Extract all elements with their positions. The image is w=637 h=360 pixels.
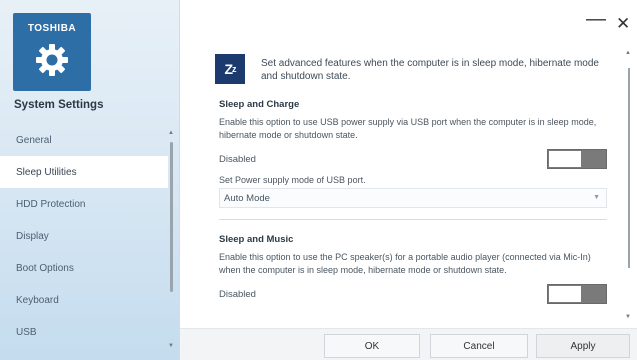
sidebar-item-label: Boot Options	[16, 262, 74, 274]
ok-button[interactable]: OK	[324, 334, 420, 358]
scroll-down-arrow-icon[interactable]: ▼	[168, 343, 174, 349]
sidebar-item-general[interactable]: General	[0, 124, 168, 156]
sleep-and-charge-status: Disabled	[219, 154, 256, 165]
chevron-down-icon: ▼	[593, 194, 600, 201]
app-logo: TOSHIBA	[13, 13, 91, 91]
sidebar-item-display[interactable]: Display	[0, 220, 168, 252]
sidebar-item-sleep-utilities[interactable]: Sleep Utilities	[0, 156, 168, 188]
sidebar-item-boot-options[interactable]: Boot Options	[0, 252, 168, 284]
scroll-down-arrow-icon[interactable]: ▼	[625, 314, 631, 320]
sidebar-item-label: Sleep Utilities	[16, 166, 77, 178]
scrollbar-thumb[interactable]	[628, 68, 630, 268]
sleep-and-music-status: Disabled	[219, 289, 256, 300]
sidebar-item-label: HDD Protection	[16, 198, 86, 210]
sidebar-scrollbar[interactable]: ▲ ▼	[168, 130, 175, 349]
sidebar-item-label: General	[16, 134, 52, 146]
sleep-icon: Zz	[215, 54, 245, 84]
panel-header: Zz Set advanced features when the comput…	[215, 54, 610, 94]
content-scrollbar[interactable]: ▲ ▼	[625, 50, 633, 320]
sidebar-title: System Settings	[14, 99, 104, 111]
sleep-and-charge-title: Sleep and Charge	[219, 99, 300, 110]
sleep-and-music-toggle[interactable]	[547, 284, 607, 304]
sidebar-nav: General Sleep Utilities HDD Protection D…	[0, 124, 168, 348]
sleep-and-music-title: Sleep and Music	[219, 234, 294, 245]
panel-description: Set advanced features when the computer …	[261, 58, 599, 82]
section-divider	[219, 219, 607, 220]
apply-button[interactable]: Apply	[536, 334, 630, 358]
scroll-up-arrow-icon[interactable]: ▲	[168, 130, 174, 136]
sidebar-item-label: USB	[16, 326, 37, 338]
sleep-and-music-description: Enable this option to use the PC speaker…	[219, 252, 591, 275]
sidebar-item-usb[interactable]: USB	[0, 316, 168, 348]
power-mode-value: Auto Mode	[224, 192, 270, 204]
sidebar-item-label: Display	[16, 230, 49, 242]
sidebar: TOSHIBA System Settings General Sleep Ut…	[0, 0, 180, 360]
close-button[interactable]: ✕	[616, 14, 630, 34]
power-mode-select[interactable]: Auto Mode ▼	[219, 188, 607, 208]
sleep-and-charge-description: Enable this option to use USB power supp…	[219, 117, 597, 140]
sleep-and-charge-toggle[interactable]	[547, 149, 607, 169]
dialog-footer: OK Cancel Apply	[180, 328, 637, 360]
sidebar-item-keyboard[interactable]: Keyboard	[0, 284, 168, 316]
sidebar-item-label: Keyboard	[16, 294, 59, 306]
settings-panel: Zz Set advanced features when the comput…	[198, 44, 614, 324]
scrollbar-thumb[interactable]	[170, 142, 173, 292]
minimize-button[interactable]: —	[586, 8, 606, 31]
cancel-button[interactable]: Cancel	[430, 334, 528, 358]
gear-icon	[36, 44, 68, 76]
scroll-up-arrow-icon[interactable]: ▲	[625, 50, 631, 56]
sidebar-item-hdd-protection[interactable]: HDD Protection	[0, 188, 168, 220]
toggle-knob	[549, 151, 581, 167]
toggle-knob	[549, 286, 581, 302]
brand-name: TOSHIBA	[27, 23, 77, 34]
power-mode-label: Set Power supply mode of USB port.	[219, 175, 366, 185]
